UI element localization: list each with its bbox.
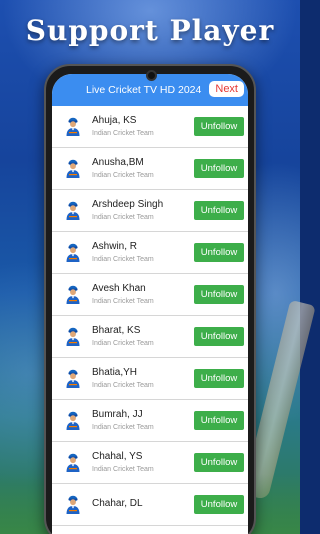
- unfollow-button[interactable]: Unfollow: [194, 411, 244, 430]
- player-row[interactable]: Bharat, KS Indian Cricket Team Unfollow: [52, 316, 248, 358]
- cricketer-avatar-icon: [64, 411, 82, 431]
- cricketer-avatar-icon: [64, 495, 82, 515]
- unfollow-button[interactable]: Unfollow: [194, 285, 244, 304]
- unfollow-button[interactable]: Unfollow: [194, 495, 244, 514]
- player-row[interactable]: Arshdeep Singh Indian Cricket Team Unfol…: [52, 190, 248, 232]
- player-row[interactable]: Ahuja, KS Indian Cricket Team Unfollow: [52, 106, 248, 148]
- cricketer-avatar-icon: [64, 159, 82, 179]
- player-row[interactable]: Anusha,BM Indian Cricket Team Unfollow: [52, 148, 248, 190]
- cricketer-avatar-icon: [64, 453, 82, 473]
- player-row[interactable]: Ashwin, R Indian Cricket Team Unfollow: [52, 232, 248, 274]
- unfollow-button[interactable]: Unfollow: [194, 159, 244, 178]
- unfollow-button[interactable]: Unfollow: [194, 369, 244, 388]
- cricketer-avatar-icon: [64, 285, 82, 305]
- app-screen: Live Cricket TV HD 2024 Next Ahuja, KS I…: [52, 74, 248, 534]
- unfollow-button[interactable]: Unfollow: [194, 243, 244, 262]
- phone-frame: Live Cricket TV HD 2024 Next Ahuja, KS I…: [44, 64, 256, 534]
- unfollow-button[interactable]: Unfollow: [194, 327, 244, 346]
- cricketer-avatar-icon: [64, 369, 82, 389]
- player-row[interactable]: Chahar, DL Unfollow: [52, 484, 248, 526]
- player-row[interactable]: Avesh Khan Indian Cricket Team Unfollow: [52, 274, 248, 316]
- player-row[interactable]: Bumrah, JJ Indian Cricket Team Unfollow: [52, 400, 248, 442]
- player-list: Ahuja, KS Indian Cricket Team Unfollow A…: [52, 106, 248, 526]
- player-row[interactable]: Bhatia,YH Indian Cricket Team Unfollow: [52, 358, 248, 400]
- promo-headline: Support Player: [25, 14, 275, 47]
- unfollow-button[interactable]: Unfollow: [194, 453, 244, 472]
- next-button[interactable]: Next: [209, 81, 244, 97]
- unfollow-button[interactable]: Unfollow: [194, 201, 244, 220]
- app-title: Live Cricket TV HD 2024: [86, 84, 202, 96]
- cricketer-avatar-icon: [64, 243, 82, 263]
- cricketer-avatar-icon: [64, 117, 82, 137]
- player-row[interactable]: Chahal, YS Indian Cricket Team Unfollow: [52, 442, 248, 484]
- cricketer-avatar-icon: [64, 327, 82, 347]
- cricketer-avatar-icon: [64, 201, 82, 221]
- unfollow-button[interactable]: Unfollow: [194, 117, 244, 136]
- camera-hole: [146, 70, 157, 81]
